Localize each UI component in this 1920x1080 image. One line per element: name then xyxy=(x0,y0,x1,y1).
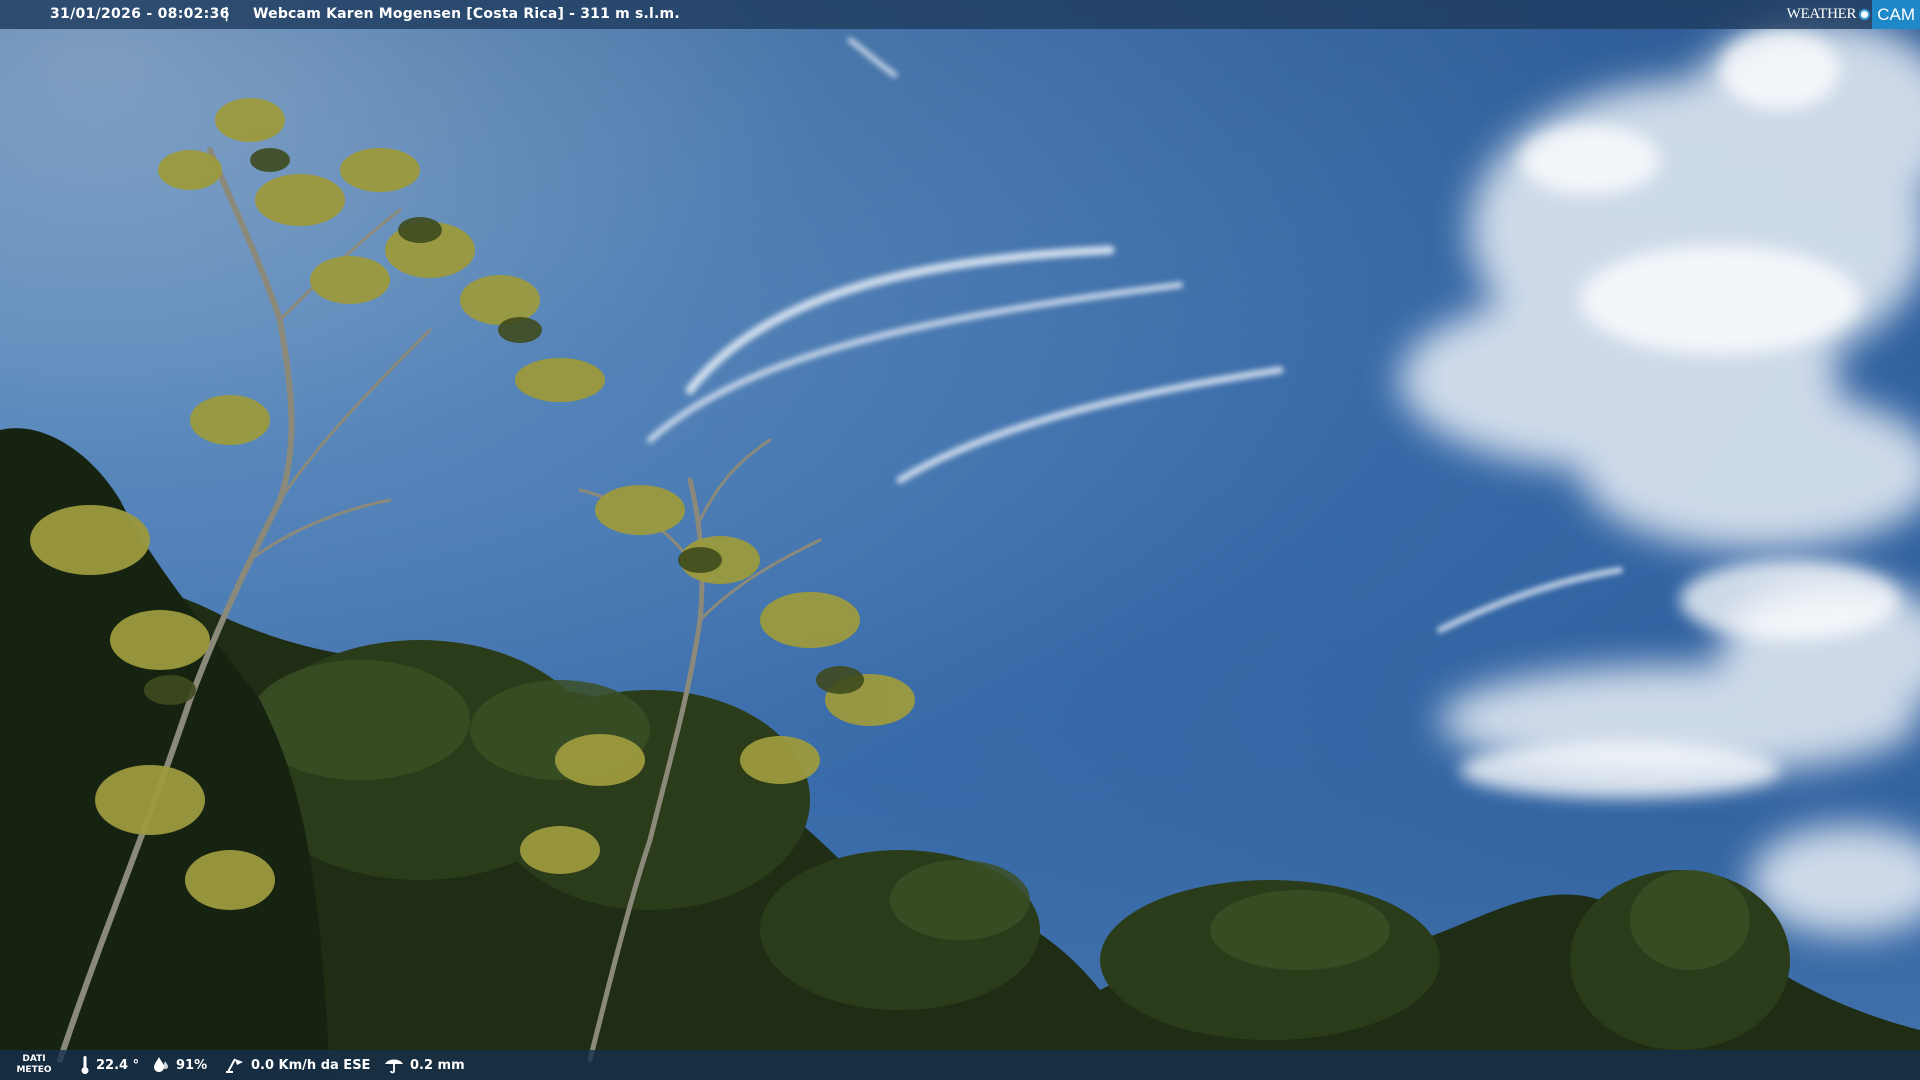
temperature-reading: 22.4 ° xyxy=(80,1050,139,1080)
webcam-caption: Webcam Karen Mogensen [Costa Rica] - 311… xyxy=(253,6,680,22)
logo-dot-icon xyxy=(1859,9,1871,20)
timestamp: 31/01/2026 - 08:02:36 xyxy=(50,6,230,22)
wind-reading: 0.0 Km/h da ESE xyxy=(225,1050,370,1080)
wind-icon xyxy=(226,1058,243,1073)
top-info-bar: 31/01/2026 - 08:02:36 | Webcam Karen Mog… xyxy=(0,0,1920,29)
temperature-value: 22.4 ° xyxy=(96,1057,140,1073)
rain-icon xyxy=(385,1059,403,1074)
logo-cam: CAM xyxy=(1872,0,1920,29)
wind-value: 0.0 Km/h da ESE xyxy=(251,1057,371,1073)
humidity-drop-icon xyxy=(154,1057,168,1072)
humidity-value: 91% xyxy=(176,1057,208,1073)
thermometer-icon xyxy=(81,1056,89,1074)
separator: | xyxy=(224,6,230,22)
webcam-image xyxy=(0,0,1920,1080)
webcam-frame: 31/01/2026 - 08:02:36 | Webcam Karen Mog… xyxy=(0,0,1920,1080)
weather-data-bar: DATI METEO 22.4 ° 91% 0.0 Km/h da ESE 0.… xyxy=(0,1050,1920,1080)
logo-word: WEATHER xyxy=(1786,6,1857,22)
rain-value: 0.2 mm xyxy=(410,1057,465,1073)
weathercam-logo: WEATHER CAM xyxy=(1787,0,1920,29)
humidity-reading: 91% xyxy=(152,1050,207,1080)
weather-data-label-line2: METEO xyxy=(16,1065,52,1075)
weather-data-label-line1: DATI xyxy=(22,1054,46,1064)
weather-data-label: DATI METEO xyxy=(14,1054,54,1076)
rain-reading: 0.2 mm xyxy=(384,1050,465,1080)
